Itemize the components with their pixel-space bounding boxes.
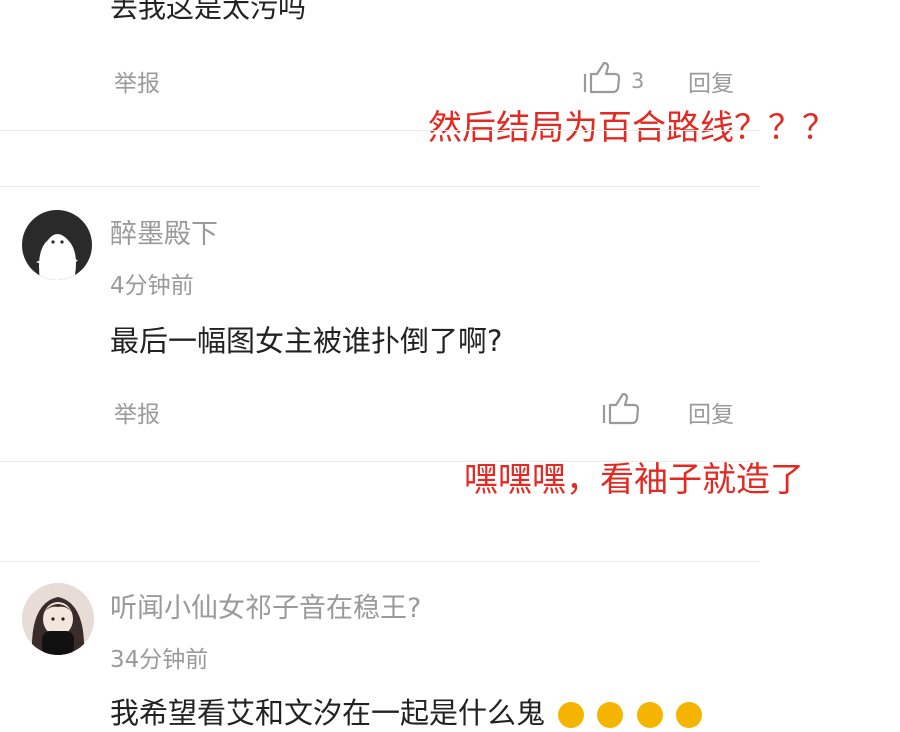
divider — [0, 186, 760, 187]
comment-text: 最后一幅图女主被谁扑倒了啊? — [110, 324, 503, 358]
comment-text: 丢我这是太污吗 — [110, 0, 307, 24]
avatar[interactable] — [22, 583, 94, 655]
avatar[interactable] — [22, 210, 92, 280]
emoji-icon — [558, 702, 585, 728]
like-button[interactable] — [602, 392, 640, 430]
comment-text-content: 我希望看艾和文汐在一起是什么鬼 — [110, 696, 546, 730]
report-button[interactable]: 举报 — [114, 64, 160, 98]
username[interactable]: 听闻小仙女祁子音在稳王? — [110, 586, 421, 625]
like-count: 3 — [631, 68, 645, 93]
emoji-icon — [675, 702, 702, 728]
thumbs-up-icon — [602, 392, 640, 430]
timestamp: 34分钟前 — [110, 647, 209, 673]
avatar-photo-icon — [22, 583, 94, 655]
divider — [0, 561, 760, 562]
like-button[interactable]: 3 — [583, 61, 645, 99]
annotation-text: 嘿嘿嘿，看袖子就造了 — [464, 460, 804, 500]
reply-button[interactable]: 回复 — [688, 64, 734, 98]
timestamp: 4分钟前 — [110, 273, 194, 299]
divider — [0, 130, 760, 131]
emoji-icon — [597, 702, 624, 728]
annotation-text: 然后结局为百合路线？？？ — [428, 108, 836, 148]
username[interactable]: 醉墨殿下 — [110, 212, 218, 251]
avatar-ghost-icon — [36, 234, 78, 280]
reply-button[interactable]: 回复 — [688, 395, 734, 429]
thumbs-up-icon — [583, 61, 621, 99]
comment-text: 我希望看艾和文汐在一起是什么鬼 — [110, 690, 702, 732]
emoji-icon — [636, 702, 663, 728]
report-button[interactable]: 举报 — [114, 395, 160, 429]
